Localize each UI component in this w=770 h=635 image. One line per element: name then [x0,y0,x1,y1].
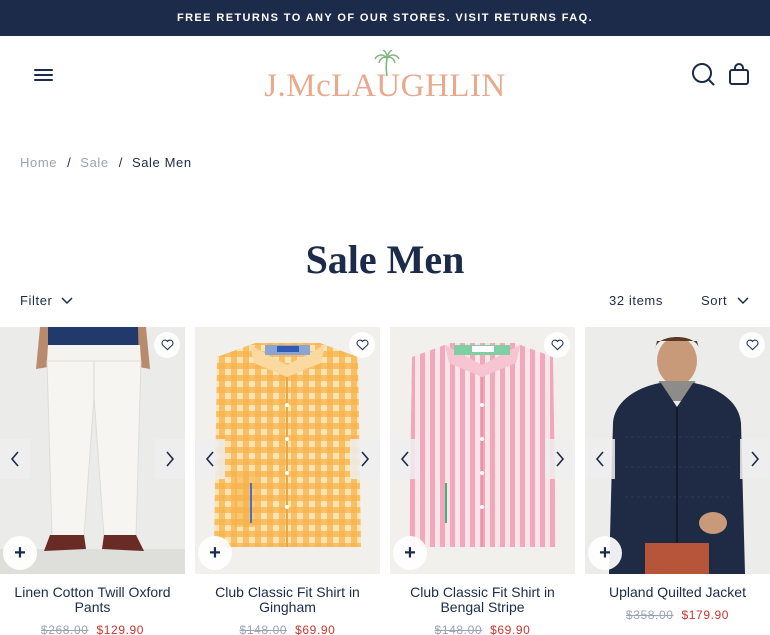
logo-wordmark: J.McLAUGHLIN [264,68,506,104]
quick-add-button[interactable]: + [393,536,427,570]
item-count: 32 items [609,293,663,308]
chevron-left-icon [205,451,214,467]
heart-icon [745,339,759,351]
sort-button[interactable]: Sort [701,293,749,308]
filter-button[interactable]: Filter [20,293,73,308]
quick-add-button[interactable]: + [588,536,622,570]
chevron-right-icon [751,451,760,467]
chevron-right-icon [361,451,370,467]
product-price: $148.00 $69.90 [390,623,575,635]
product-name[interactable]: Club Classic Fit Shirt in Gingham [197,585,378,615]
sale-price: $69.90 [490,623,531,635]
original-price: $268.00 [40,623,89,635]
image-prev-button[interactable] [585,439,615,479]
image-next-button[interactable] [545,439,575,479]
image-next-button[interactable] [350,439,380,479]
plus-icon: + [404,541,416,564]
quick-add-button[interactable]: + [3,536,37,570]
plus-icon: + [209,541,221,564]
chevron-right-icon [556,451,565,467]
breadcrumb-current: Sale Men [131,155,192,170]
shopping-bag-button[interactable] [726,61,752,87]
product-card[interactable]: + Linen Cotton Twill Oxford Pants $268.0… [0,327,185,635]
sort-label: Sort [701,293,728,308]
image-next-button[interactable] [740,439,770,479]
original-price: $148.00 [434,623,483,635]
shopping-bag-icon [729,63,749,85]
original-price: $358.00 [625,608,674,622]
search-icon [692,63,715,86]
hamburger-line [34,79,53,81]
wishlist-button[interactable] [349,332,375,358]
plus-icon: + [14,541,26,564]
product-card[interactable]: + Club Classic Fit Shirt in Bengal Strip… [390,327,575,635]
chevron-left-icon [10,451,19,467]
breadcrumb-separator: / [118,155,123,170]
chevron-down-icon [60,296,73,304]
product-card[interactable]: + Club Classic Fit Shirt in Gingham $148… [195,327,380,635]
heart-icon [355,339,369,351]
image-next-button[interactable] [155,439,185,479]
breadcrumb: Home / Sale / Sale Men [20,155,192,170]
heart-icon [160,339,174,351]
breadcrumb-sale[interactable]: Sale [80,155,108,170]
product-price: $268.00 $129.90 [0,623,185,635]
image-prev-button[interactable] [390,439,420,479]
product-price: $148.00 $69.90 [195,623,380,635]
promo-text[interactable]: FREE RETURNS TO ANY OF OUR STORES. VISIT… [177,12,593,24]
hamburger-icon [34,69,53,71]
filter-label: Filter [20,293,53,308]
heart-icon [550,339,564,351]
quick-add-button[interactable]: + [198,536,232,570]
hamburger-line [34,74,53,76]
chevron-right-icon [166,451,175,467]
wishlist-button[interactable] [154,332,180,358]
breadcrumb-separator: / [67,155,72,170]
sale-price: $179.90 [681,608,730,622]
chevron-left-icon [400,451,409,467]
breadcrumb-home[interactable]: Home [20,155,57,170]
promo-banner[interactable]: FREE RETURNS TO ANY OF OUR STORES. VISIT… [0,0,770,36]
site-header: J.McLAUGHLIN [0,36,770,116]
page-title: Sale Men [305,237,465,282]
image-prev-button[interactable] [195,439,225,479]
sale-price: $69.90 [295,623,336,635]
search-button[interactable] [690,61,716,87]
sale-price: $129.90 [96,623,145,635]
brand-logo[interactable]: J.McLAUGHLIN [264,50,506,104]
chevron-left-icon [595,451,604,467]
wishlist-button[interactable] [739,332,765,358]
image-prev-button[interactable] [0,439,30,479]
product-name[interactable]: Club Classic Fit Shirt in Bengal Stripe [392,585,573,615]
product-name[interactable]: Upland Quilted Jacket [587,585,768,600]
product-name[interactable]: Linen Cotton Twill Oxford Pants [2,585,183,615]
original-price: $148.00 [239,623,288,635]
product-grid: + Linen Cotton Twill Oxford Pants $268.0… [0,327,770,635]
menu-button[interactable] [33,67,55,83]
wishlist-button[interactable] [544,332,570,358]
chevron-down-icon [737,296,749,304]
product-card[interactable]: + Upland Quilted Jacket $358.00 $179.90 [585,327,770,635]
product-price: $358.00 $179.90 [585,608,770,622]
plus-icon: + [599,541,611,564]
